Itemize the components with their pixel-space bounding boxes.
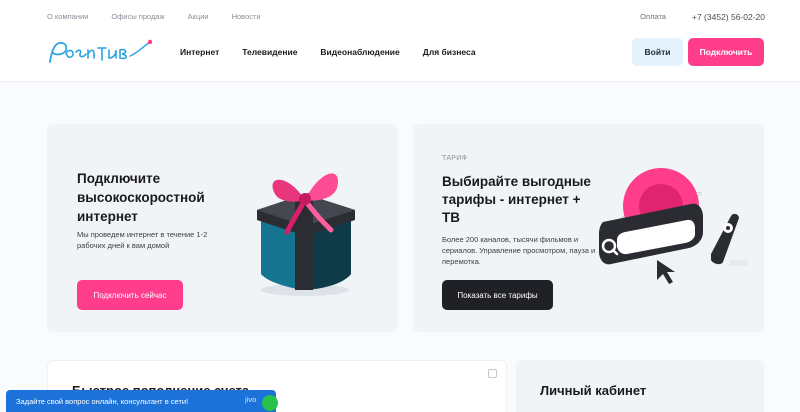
- nav-business[interactable]: Для бизнеса: [423, 47, 476, 57]
- chat-widget-bar[interactable]: Задайте свой вопрос онлайн, консультант …: [6, 390, 276, 412]
- promo-internet-title: Подключите высокоскоростной интернет: [77, 171, 205, 224]
- gift-box-image: [257, 173, 355, 296]
- connect-now-button[interactable]: Подключить сейчас: [77, 280, 183, 310]
- connect-button[interactable]: Подключить: [688, 38, 764, 66]
- top-link-news[interactable]: Новости: [232, 12, 261, 21]
- top-right: Оплата +7 (3452) 56-02-20: [640, 12, 765, 22]
- promo-card-internet: Подключите высокоскоростной интернет Мы …: [47, 124, 398, 332]
- top-link-promos[interactable]: Акции: [188, 12, 209, 21]
- nav-tv[interactable]: Телевидение: [242, 47, 297, 57]
- personal-account-card: Личный кабинет: [516, 360, 764, 412]
- tv-remote-image: [599, 168, 749, 284]
- nav-internet[interactable]: Интернет: [180, 47, 219, 57]
- login-button[interactable]: Войти: [632, 38, 683, 66]
- promo-tariff-title: Выбирайте выгодные тарифы - интернет + Т…: [442, 174, 591, 225]
- positiv-logo[interactable]: [46, 36, 156, 68]
- chat-widget-text[interactable]: Задайте свой вопрос онлайн, консультант …: [16, 397, 188, 406]
- nav-video[interactable]: Видеонаблюдение: [320, 47, 399, 57]
- show-tariffs-button[interactable]: Показать все тарифы: [442, 280, 553, 310]
- expand-icon[interactable]: [488, 369, 497, 378]
- main-nav: Интернет Телевидение Видеонаблюдение Для…: [180, 47, 476, 57]
- top-link-offices[interactable]: Офисы продаж: [111, 12, 164, 21]
- tariff-eyebrow: ТАРИФ: [442, 155, 468, 162]
- top-links: О компании Офисы продаж Акции Новости: [47, 12, 261, 21]
- phone-number[interactable]: +7 (3452) 56-02-20: [692, 12, 765, 22]
- chat-online-indicator-icon[interactable]: [262, 395, 278, 411]
- promo-card-tariffs: ТАРИФ Выбирайте выгодные тарифы - интерн…: [413, 124, 764, 332]
- promo-tariff-text: Более 200 каналов, тысячи фильмов и сери…: [442, 235, 596, 266]
- promo-internet-text: Мы проведем интернет в течение 1-2 рабоч…: [77, 230, 208, 250]
- site-header: О компании Офисы продаж Акции Новости Оп…: [0, 0, 800, 82]
- top-link-about[interactable]: О компании: [47, 12, 88, 21]
- personal-account-title: Личный кабинет: [540, 383, 647, 398]
- chat-widget-brand: jivo: [245, 395, 257, 404]
- payment-link[interactable]: Оплата: [640, 12, 666, 22]
